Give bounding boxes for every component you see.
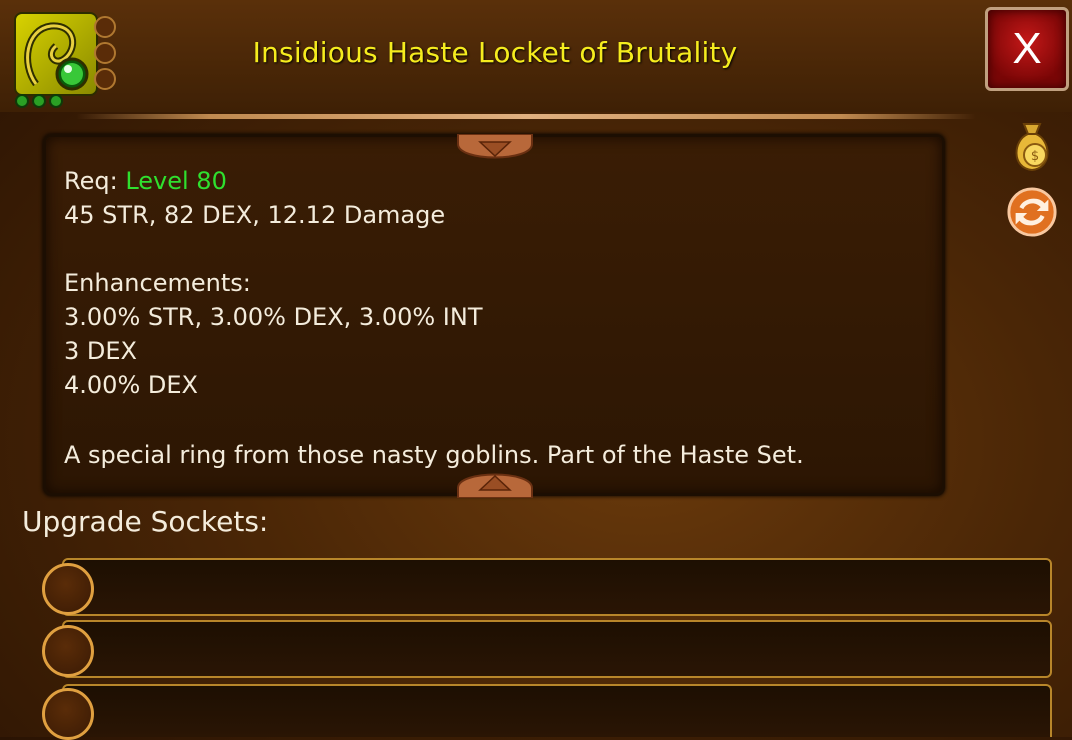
gem-slot-1 [94, 16, 116, 38]
item-icon[interactable] [12, 10, 116, 108]
req-label: Req: [64, 167, 126, 195]
gem-slot-3 [94, 68, 116, 90]
chevron-up-icon [457, 473, 533, 498]
socket-slot-icon[interactable] [42, 563, 94, 615]
scroll-down-button[interactable] [456, 460, 534, 498]
enhancement-line: 4.00% DEX [64, 371, 198, 399]
upgrade-socket-row[interactable] [62, 558, 1052, 616]
title-divider [76, 114, 976, 119]
swap-arrows-icon [1007, 187, 1057, 237]
gem-slot-2 [94, 42, 116, 64]
enhancement-line: 3 DEX [64, 337, 137, 365]
socket-slot-icon[interactable] [42, 625, 94, 677]
svg-text:$: $ [1031, 149, 1039, 164]
req-level: Level 80 [125, 167, 227, 195]
swap-button[interactable] [1006, 186, 1058, 238]
requirement-line: Req: Level 80 [64, 164, 934, 198]
sell-gold-bag-button[interactable]: $ [1006, 120, 1058, 172]
upgrade-pip-2 [32, 94, 46, 108]
close-button[interactable]: X [985, 7, 1069, 91]
upgrade-sockets-label: Upgrade Sockets: [22, 505, 269, 538]
upgrade-pip-1 [15, 94, 29, 108]
enhancements-label: Enhancements: [64, 269, 251, 297]
upgrade-socket-row[interactable] [62, 620, 1052, 678]
upgrade-socket-row[interactable] [62, 684, 1052, 737]
locket-item-icon [14, 12, 98, 96]
upgrade-pip-3 [49, 94, 63, 108]
socket-slot-icon[interactable] [42, 688, 94, 740]
item-title: Insidious Haste Locket of Brutality [252, 36, 738, 69]
description-text: Req: Level 80 45 STR, 82 DEX, 12.12 Dama… [64, 164, 934, 472]
stats-line: 45 STR, 82 DEX, 12.12 Damage [64, 201, 446, 229]
enhancement-line: 3.00% STR, 3.00% DEX, 3.00% INT [64, 303, 483, 331]
close-label: X [1012, 24, 1042, 73]
gold-bag-icon: $ [1015, 123, 1049, 172]
